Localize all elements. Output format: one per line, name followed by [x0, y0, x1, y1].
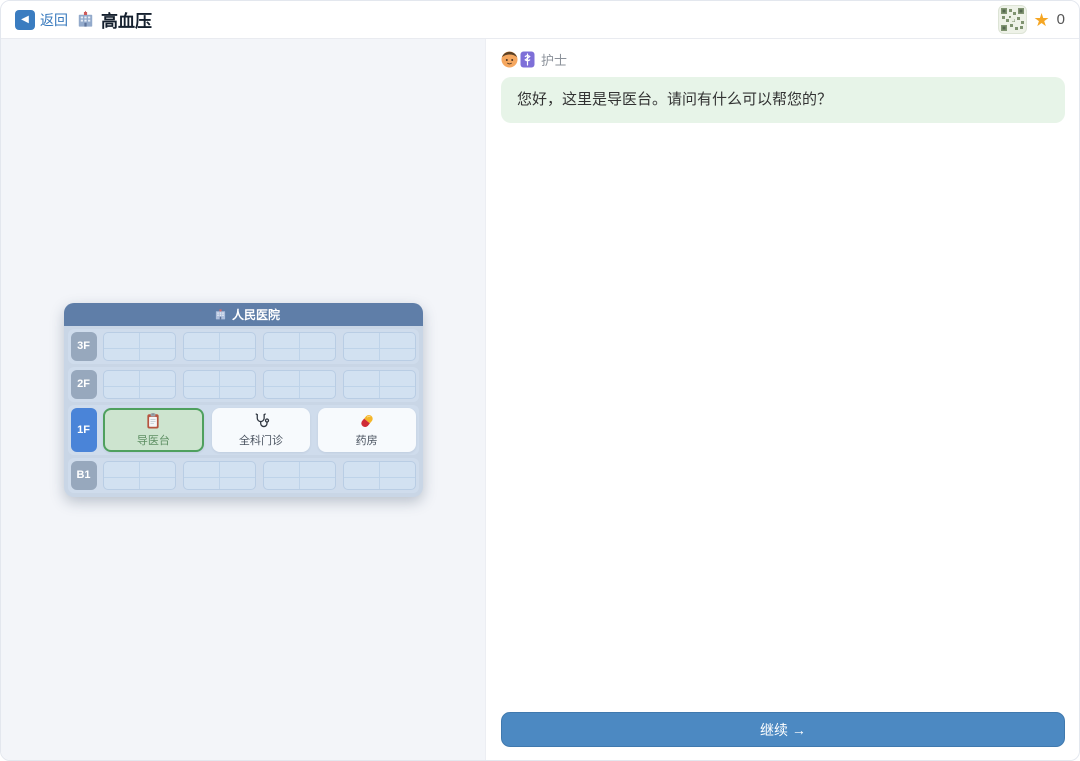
room-card-pharmacy[interactable]: 药房 — [317, 407, 416, 452]
floor-row-2f: 2F — [67, 366, 419, 402]
hospital-map-header: 人民医院 — [63, 302, 423, 326]
map-qr-thumbnail[interactable] — [997, 5, 1027, 34]
star-count: 0 — [1056, 11, 1065, 28]
empty-room-slot — [182, 460, 256, 490]
hospital-icon — [214, 308, 227, 321]
floor-row-1f: 1F 导医台 全科门诊 药房 — [67, 404, 419, 455]
back-arrow-icon[interactable]: ◀ — [15, 9, 35, 30]
empty-room-slot — [182, 331, 256, 361]
floor-2f-slots — [102, 369, 416, 399]
floor-button-3f[interactable]: 3F — [70, 331, 97, 361]
floor-button-b1[interactable]: B1 — [70, 460, 97, 490]
back-button[interactable]: ◀ 返回 — [15, 9, 68, 30]
empty-room-slot — [342, 369, 416, 399]
room-card-general-clinic[interactable]: 全科门诊 — [212, 407, 310, 452]
pill-icon — [358, 412, 376, 430]
floor-button-2f[interactable]: 2F — [70, 369, 97, 399]
room-name: 全科门诊 — [239, 434, 283, 447]
top-bar: ◀ 返回 高血压 ★ 0 — [1, 1, 1079, 39]
floor-1f-rooms: 导医台 全科门诊 药房 — [102, 407, 416, 452]
speaker-name: 护士 — [541, 53, 568, 68]
hospital-map-panel: 人民医院 3F 2F 1F 导医台 全科门诊 药房 B1 — [1, 39, 486, 760]
empty-room-slot — [102, 460, 176, 490]
page-title: 高血压 — [101, 12, 152, 31]
back-label[interactable]: 返回 — [40, 10, 68, 30]
room-name: 药房 — [355, 434, 378, 447]
hospital-map-body: 3F 2F 1F 导医台 全科门诊 药房 B1 — [64, 326, 423, 497]
empty-room-slot — [342, 331, 416, 361]
room-card-guide-desk[interactable]: 导医台 — [102, 407, 205, 452]
floor-button-1f[interactable]: 1F — [70, 407, 97, 452]
hospital-name: 人民医院 — [231, 307, 280, 322]
star-icon: ★ — [1033, 9, 1050, 30]
nurse-avatar-icon — [501, 50, 535, 69]
floor-b1-slots — [102, 460, 416, 490]
hospital-icon — [76, 10, 95, 29]
clipboard-icon — [144, 412, 162, 430]
empty-room-slot — [102, 369, 176, 399]
continue-button[interactable]: 继续 → — [501, 712, 1065, 747]
chat-panel: 护士 您好，这里是导医台。请问有什么可以帮您的？ 继续 → — [486, 39, 1079, 760]
empty-room-slot — [342, 460, 416, 490]
empty-room-slot — [262, 331, 336, 361]
floor-3f-slots — [102, 331, 416, 361]
chat-message-bubble: 您好，这里是导医台。请问有什么可以帮您的？ — [501, 77, 1065, 123]
room-name: 导医台 — [136, 434, 170, 447]
stethoscope-icon — [252, 412, 270, 430]
empty-room-slot — [102, 331, 176, 361]
hospital-map: 人民医院 3F 2F 1F 导医台 全科门诊 药房 B1 — [63, 302, 423, 497]
empty-room-slot — [262, 460, 336, 490]
speaker-row: 护士 — [501, 50, 1065, 69]
empty-room-slot — [182, 369, 256, 399]
empty-room-slot — [262, 369, 336, 399]
app-window: ◀ 返回 高血压 ★ 0 人民医院 3F 2F 1F 导医台 全科门诊 药房 B… — [0, 0, 1080, 761]
floor-row-b1: B1 — [67, 457, 419, 493]
floor-row-3f: 3F — [67, 328, 419, 364]
